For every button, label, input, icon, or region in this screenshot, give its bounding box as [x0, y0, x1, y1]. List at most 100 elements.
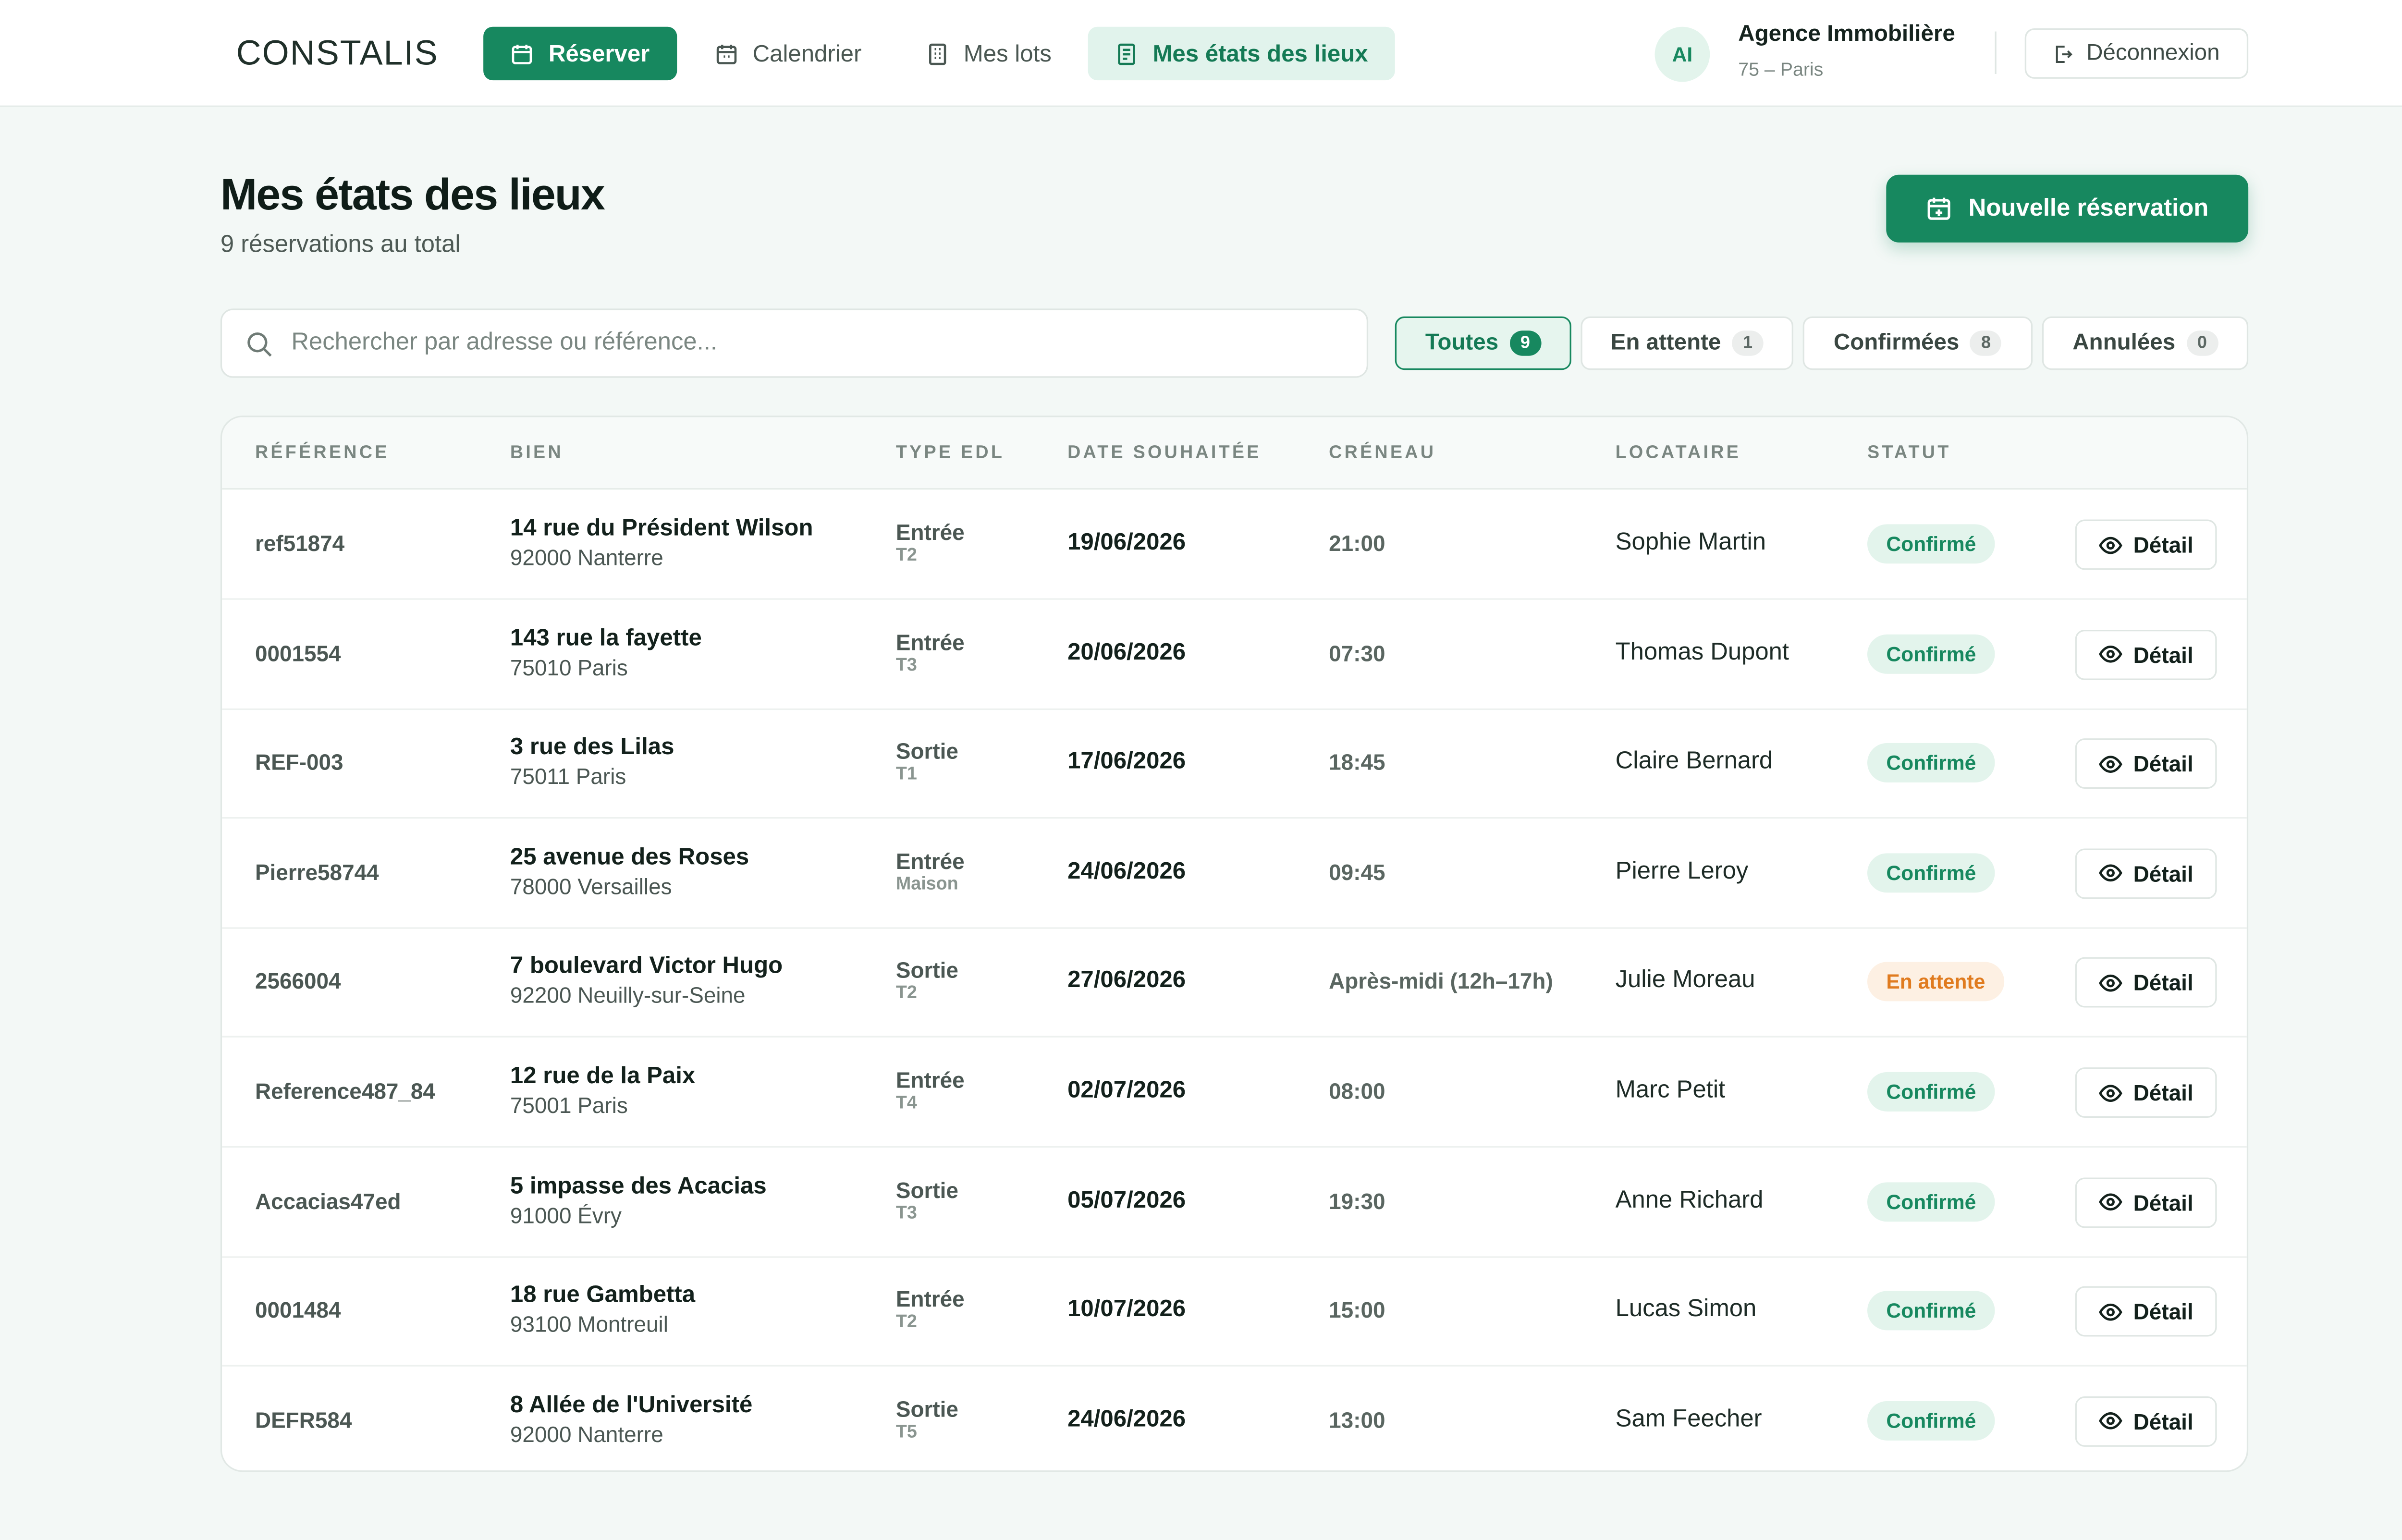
- edl-type: Sortie: [895, 738, 958, 764]
- desired-date: 20/06/2026: [1067, 638, 1186, 666]
- nav-lots-label: Mes lots: [963, 40, 1052, 67]
- detail-label: Détail: [2133, 1299, 2194, 1324]
- filter-confirmed[interactable]: Confirmées 8: [1802, 316, 2033, 370]
- logo[interactable]: CONSTALIS: [236, 32, 439, 76]
- search-input[interactable]: [291, 310, 1347, 377]
- filter-cancelled[interactable]: Annulées 0: [2042, 316, 2249, 370]
- reference: 2566004: [255, 968, 341, 994]
- header-creneau[interactable]: CRÉNEAU: [1329, 444, 1436, 463]
- eye-icon: [2098, 1193, 2122, 1211]
- header-locataire[interactable]: LOCATAIRE: [1616, 444, 1741, 463]
- time-slot: 19:30: [1329, 1188, 1385, 1213]
- tenant-name: Claire Bernard: [1615, 748, 1773, 775]
- header-statut[interactable]: STATUT: [1867, 444, 1951, 463]
- header-type-edl[interactable]: TYPE EDL: [896, 444, 1005, 463]
- status-badge: Confirmé: [1867, 634, 1995, 673]
- desired-date: 19/06/2026: [1067, 529, 1186, 556]
- filter-all-label: Toutes: [1425, 330, 1499, 356]
- detail-label: Détail: [2133, 751, 2194, 777]
- detail-button[interactable]: Détail: [2075, 519, 2217, 570]
- tenant-name: Anne Richard: [1615, 1186, 1764, 1213]
- page-title: Mes états des lieux: [220, 170, 605, 219]
- header-date[interactable]: DATE SOUHAITÉE: [1067, 444, 1262, 463]
- detail-button[interactable]: Détail: [2075, 848, 2217, 899]
- time-slot: Après-midi (12h–17h): [1329, 968, 1553, 994]
- tenant-name: Julie Moreau: [1615, 967, 1755, 994]
- property-address: 12 rue de la Paix: [510, 1063, 696, 1089]
- edl-type: Entrée: [895, 629, 965, 655]
- time-slot: 15:00: [1329, 1297, 1385, 1323]
- desired-date: 10/07/2026: [1067, 1296, 1186, 1323]
- building-icon: [929, 43, 946, 64]
- nav-calendar[interactable]: Calendrier: [693, 27, 883, 80]
- property-city: 91000 Évry: [510, 1202, 622, 1228]
- tenant-name: Marc Petit: [1615, 1076, 1726, 1104]
- new-reservation-label: Nouvelle réservation: [1968, 194, 2209, 221]
- detail-label: Détail: [2133, 641, 2194, 667]
- table-row[interactable]: 0001554 143 rue la fayette 75010 Paris Entr…: [222, 599, 2247, 709]
- detail-button[interactable]: Détail: [2075, 1067, 2217, 1118]
- header-bien[interactable]: BIEN: [510, 444, 564, 463]
- header-reference[interactable]: RÉFÉRENCE: [255, 444, 390, 463]
- filter-confirmed-count: 8: [1970, 330, 2002, 356]
- nav-etats-des-lieux[interactable]: Mes états des lieux: [1088, 26, 1395, 81]
- property-address: 18 rue Gambetta: [510, 1282, 696, 1309]
- logout-button[interactable]: Déconnexion: [2024, 28, 2249, 79]
- table-header: RÉFÉRENCE BIEN TYPE EDL DATE SOUHAITÉE C…: [222, 417, 2247, 490]
- edl-type: Entrée: [895, 848, 965, 874]
- property-address: 143 rue la fayette: [510, 624, 702, 651]
- status-badge: Confirmé: [1867, 1291, 1995, 1331]
- avatar[interactable]: AI: [1654, 26, 1710, 82]
- nav-divider: [1995, 31, 1997, 74]
- table-row[interactable]: 2566004 7 boulevard Victor Hugo 92200 Neui…: [222, 928, 2247, 1039]
- filter-all[interactable]: Toutes 9: [1395, 316, 1571, 370]
- table-row[interactable]: ref51874 14 rue du Président Wilson 92000 …: [222, 489, 2247, 600]
- property-city: 75010 Paris: [510, 654, 628, 680]
- table-row[interactable]: Accacias47ed 5 impasse des Acacias 91000 É…: [222, 1147, 2247, 1258]
- detail-button[interactable]: Détail: [2075, 957, 2217, 1008]
- eye-icon: [2098, 1413, 2122, 1430]
- new-reservation-button[interactable]: Nouvelle réservation: [1886, 174, 2249, 243]
- detail-button[interactable]: Détail: [2075, 738, 2217, 789]
- desired-date: 02/07/2026: [1067, 1076, 1186, 1104]
- top-navbar: CONSTALIS Réserver Calendrier Mes lots M…: [0, 0, 2402, 107]
- table-row[interactable]: Reference487_84 12 rue de la Paix 75001 Pa…: [222, 1038, 2247, 1148]
- reference: REF-003: [255, 749, 343, 775]
- detail-button[interactable]: Détail: [2075, 629, 2217, 680]
- property-city: 92000 Nanterre: [510, 544, 663, 570]
- property-address: 5 impasse des Acacias: [510, 1172, 767, 1199]
- search-box: [220, 308, 1369, 378]
- detail-button[interactable]: Détail: [2075, 1286, 2217, 1337]
- edl-type: Sortie: [895, 1396, 958, 1421]
- property-city: 93100 Montreuil: [510, 1311, 668, 1337]
- property-address: 3 rue des Lilas: [510, 733, 674, 761]
- eye-icon: [2098, 536, 2122, 553]
- filter-cancelled-label: Annulées: [2072, 330, 2176, 356]
- eye-icon: [2098, 865, 2122, 882]
- calendar-plus-icon: [1928, 197, 1951, 220]
- property-kind: T4: [895, 1094, 917, 1113]
- reservation-count: 9 réservations au total: [220, 231, 461, 258]
- tenant-name: Sam Feecher: [1615, 1406, 1762, 1432]
- reserve-label: Réserver: [548, 40, 650, 67]
- table-row[interactable]: 0001484 18 rue Gambetta 93100 Montreuil Ent…: [222, 1257, 2247, 1367]
- detail-button[interactable]: Détail: [2075, 1177, 2217, 1228]
- reserve-button[interactable]: Réserver: [483, 26, 677, 81]
- detail-label: Détail: [2133, 1189, 2194, 1215]
- reference: 0001484: [255, 1297, 341, 1323]
- table-row[interactable]: DEFR584 8 Allée de l'Université 92000 Nant…: [222, 1366, 2247, 1470]
- nav-lots[interactable]: Mes lots: [904, 27, 1073, 80]
- filter-cancelled-count: 0: [2186, 330, 2218, 356]
- time-slot: 08:00: [1329, 1078, 1385, 1104]
- status-badge: Confirmé: [1867, 743, 1995, 783]
- property-kind: T3: [895, 656, 917, 675]
- reference: Reference487_84: [255, 1078, 435, 1104]
- filter-pending[interactable]: En attente 1: [1581, 316, 1793, 370]
- desired-date: 05/07/2026: [1067, 1186, 1186, 1213]
- detail-button[interactable]: Détail: [2075, 1396, 2217, 1447]
- edl-type: Entrée: [895, 519, 965, 545]
- reservations-table: RÉFÉRENCE BIEN TYPE EDL DATE SOUHAITÉE C…: [220, 416, 2249, 1472]
- table-row[interactable]: REF-003 3 rue des Lilas 75011 Paris Sortie T…: [222, 709, 2247, 819]
- table-row[interactable]: Pierre58744 25 avenue des Roses 78000 Vers…: [222, 819, 2247, 929]
- filter-pending-count: 1: [1732, 330, 1764, 356]
